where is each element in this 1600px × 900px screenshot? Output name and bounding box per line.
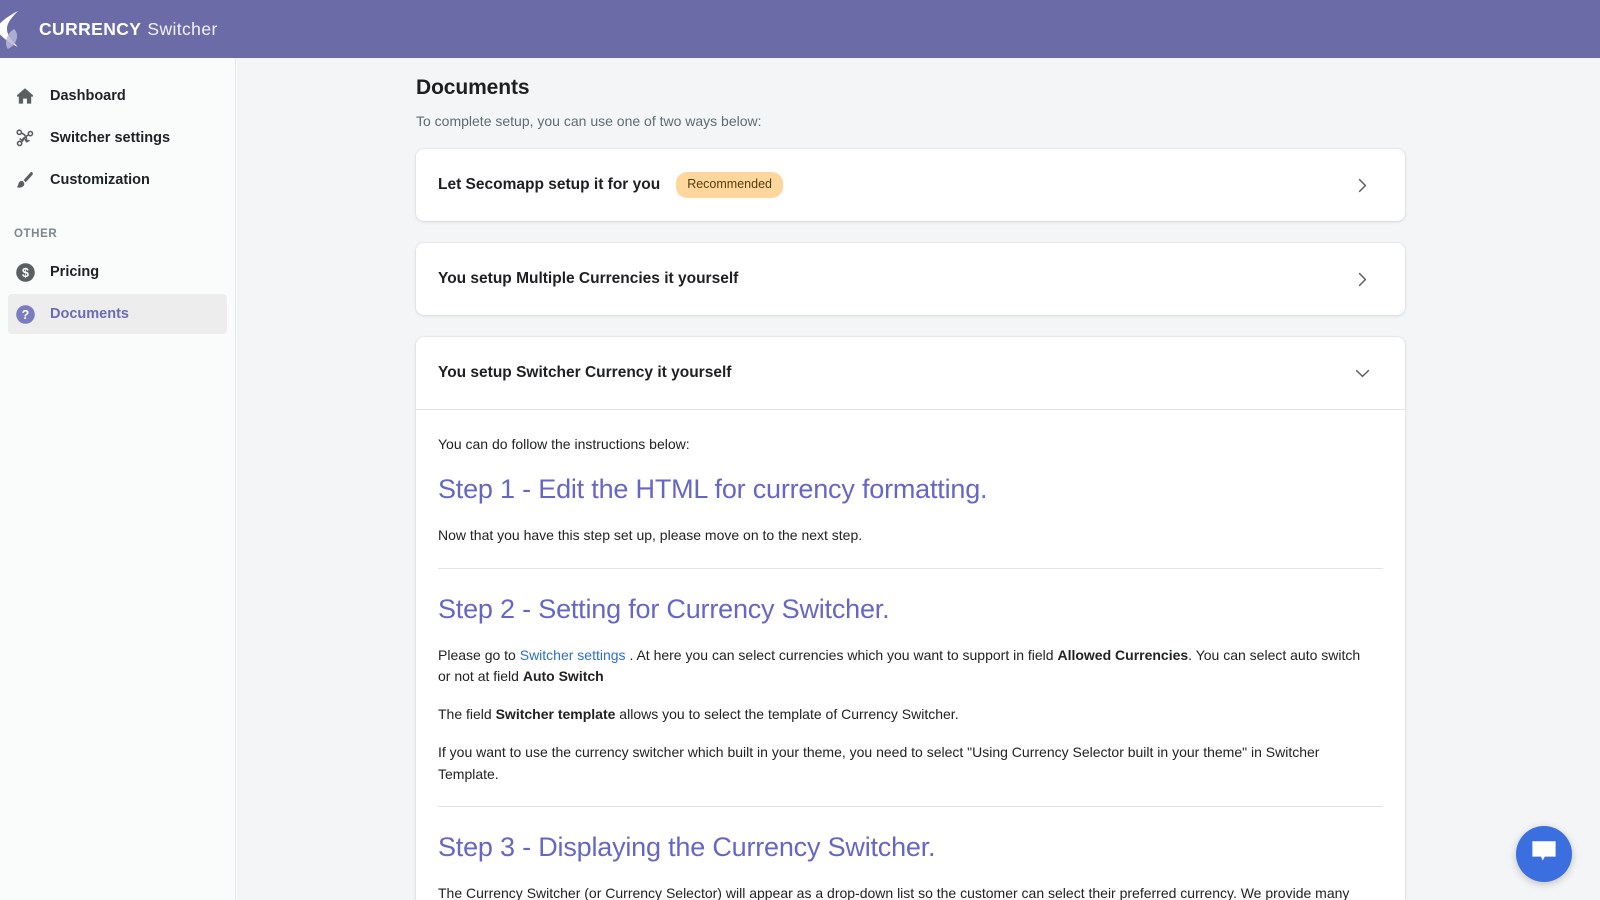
step-3-title: Step 3 - Displaying the Currency Switche… [438, 832, 936, 863]
chevron-right-icon[interactable] [1351, 268, 1373, 290]
accordion-title: You setup Switcher Currency it yourself [438, 364, 732, 381]
section-divider [438, 806, 1383, 808]
accordion-header[interactable]: You setup Switcher Currency it yourself [416, 337, 1405, 409]
accordion-header[interactable]: Let Secomapp setup it for you Recommende… [416, 149, 1405, 221]
chat-bubble-icon [1530, 839, 1558, 870]
step-2-title: Step 2 - Setting for Currency Switcher. [438, 593, 890, 624]
status-badge-recommended: Recommended [676, 172, 783, 198]
setup-options-list: Let Secomapp setup it for you Recommende… [237, 129, 1600, 900]
question-circle-icon: ? [14, 303, 36, 325]
top-header-bar: CURRENCY Switcher [0, 0, 1600, 58]
page-title: Documents [416, 76, 530, 99]
dollar-circle-icon: $ [14, 261, 36, 283]
bold-allowed-currencies: Allowed Currencies [1057, 646, 1189, 663]
sidebar-item-customization[interactable]: Customization [8, 160, 227, 200]
main-content-area: Documents To complete setup, you can use… [237, 58, 1600, 900]
accordion-card-secomapp-setup: Let Secomapp setup it for you Recommende… [416, 149, 1405, 221]
chat-widget-button[interactable] [1516, 826, 1572, 882]
shuffle-icon [14, 127, 36, 149]
chevron-right-icon[interactable] [1351, 174, 1373, 196]
text-fragment: The field [438, 706, 496, 723]
accordion-title: Let Secomapp setup it for you [438, 176, 661, 193]
switcher-settings-link[interactable]: Switcher settings [520, 647, 626, 663]
step-2-paragraph-3: If you want to use the currency switcher… [438, 743, 1320, 782]
accordion-title: You setup Multiple Currencies it yoursel… [438, 270, 739, 287]
accordion-body: You can do follow the instructions below… [416, 410, 1405, 900]
accordion-card-multiple-currencies: You setup Multiple Currencies it yoursel… [416, 243, 1405, 315]
sidebar-item-label: Dashboard [50, 88, 126, 104]
sidebar-item-dashboard[interactable]: Dashboard [8, 76, 227, 116]
instructions-lead: You can do follow the instructions below… [438, 436, 690, 452]
sidebar-item-switcher-settings[interactable]: Switcher settings [8, 118, 227, 158]
step-1-paragraph: Now that you have this step set up, plea… [438, 527, 863, 544]
bold-auto-switch: Auto Switch [522, 668, 604, 685]
home-icon [14, 85, 36, 107]
svg-text:?: ? [21, 308, 29, 322]
sidebar-item-label: Pricing [50, 264, 100, 280]
sidebar-item-label: Customization [50, 172, 150, 188]
accordion-header[interactable]: You setup Multiple Currencies it yoursel… [416, 243, 1405, 315]
text-fragment: allows you to select the template of Cur… [615, 706, 959, 723]
sidebar-item-label: Switcher settings [50, 130, 171, 146]
sidebar-item-documents[interactable]: ? Documents [8, 294, 227, 334]
chevron-down-icon[interactable] [1351, 362, 1373, 384]
text-fragment: . At here you can select currencies whic… [625, 646, 1058, 663]
brand-word-switcher: Switcher [147, 18, 218, 39]
text-fragment: Please go to [438, 646, 520, 663]
brand-text: CURRENCY Switcher [39, 19, 218, 40]
svg-text:$: $ [22, 266, 29, 280]
sidebar-navigation: Dashboard Switcher settings Customizatio… [0, 58, 236, 900]
brand-logo[interactable]: CURRENCY Switcher [0, 9, 218, 49]
paintbrush-icon [14, 169, 36, 191]
page-header: Documents To complete setup, you can use… [237, 58, 1600, 129]
sidebar-section-label: OTHER [14, 228, 58, 240]
page-subtitle: To complete setup, you can use one of tw… [416, 113, 762, 129]
bold-switcher-template: Switcher template [495, 706, 616, 723]
step-3-paragraph-1: The Currency Switcher (or Currency Selec… [438, 885, 1350, 900]
step-1-title: Step 1 - Edit the HTML for currency form… [438, 474, 988, 504]
step-2-paragraph-1: Please go to Switcher settings . At here… [438, 645, 1370, 688]
step-2-paragraph-2: The field Switcher template allows you t… [438, 704, 1370, 726]
brand-word-currency: CURRENCY [39, 18, 142, 39]
sidebar-item-pricing[interactable]: $ Pricing [8, 252, 227, 292]
accordion-card-switcher-currency: You setup Switcher Currency it yourself … [416, 337, 1405, 900]
sidebar-item-label: Documents [50, 306, 129, 322]
section-divider [438, 567, 1383, 569]
currency-switcher-logo-icon [0, 9, 28, 49]
